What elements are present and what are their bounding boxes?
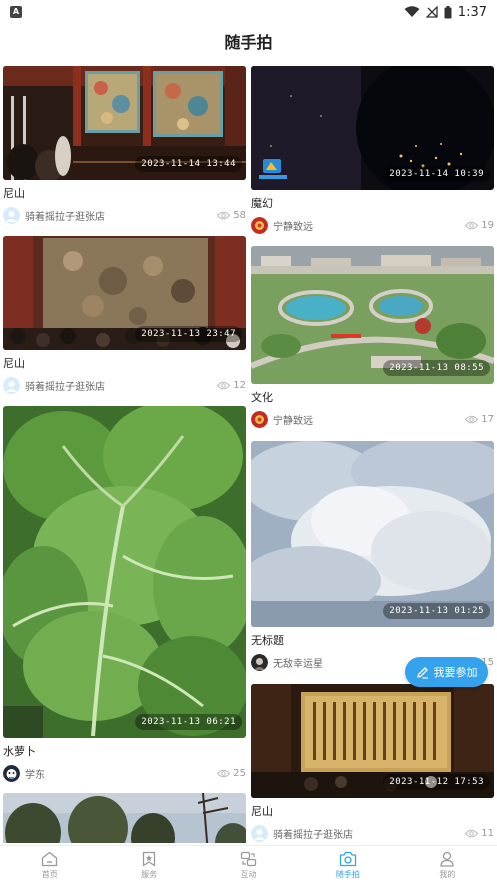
photo-thumbnail[interactable]: 2023-11-12 17:53 bbox=[251, 684, 494, 798]
view-count: 17 bbox=[465, 414, 494, 425]
interact-icon bbox=[240, 851, 257, 867]
view-count-value: 17 bbox=[481, 413, 494, 425]
card-meta: 骑着摇拉子逛张店 58 bbox=[3, 206, 246, 224]
photo-card[interactable]: 2023-11-13 01:25 无标题 无敌幸运星 15 bbox=[251, 441, 494, 671]
app-notification-icon: A bbox=[10, 6, 22, 18]
date-tag: 2023-11-13 01:25 bbox=[383, 603, 490, 619]
photo-thumbnail[interactable]: 2023-11-14 10:39 bbox=[251, 66, 494, 190]
card-title: 魔幻 bbox=[251, 197, 273, 210]
clock: 1:37 bbox=[457, 4, 487, 20]
card-title: 尼山 bbox=[251, 805, 273, 818]
wifi-icon bbox=[404, 6, 420, 17]
photo-card[interactable]: 2023-11-13 08:55 文化 宁静致远 17 bbox=[251, 246, 494, 428]
nav-label: 互动 bbox=[240, 870, 257, 879]
avatar[interactable] bbox=[3, 764, 20, 782]
home-icon bbox=[42, 851, 58, 867]
date-tag: 2023-11-13 08:55 bbox=[383, 360, 490, 376]
eye-icon bbox=[217, 769, 231, 777]
photo-card[interactable]: 2023-11-12 17:53 尼山 骑着摇拉子逛张店 11 bbox=[251, 684, 494, 842]
author-name[interactable]: 骑着摇拉子逛张店 bbox=[25, 208, 217, 223]
card-meta: 骑着摇拉子逛张店 12 bbox=[3, 376, 246, 394]
date-tag: 2023-11-13 06:21 bbox=[135, 714, 242, 730]
avatar[interactable] bbox=[3, 206, 20, 224]
nav-item-service[interactable]: 服务 bbox=[99, 846, 198, 885]
view-count: 12 bbox=[217, 380, 246, 391]
view-count-value: 58 bbox=[233, 209, 246, 221]
date-tag: 2023-11-12 17:53 bbox=[383, 774, 490, 790]
view-count-value: 12 bbox=[233, 379, 246, 391]
nav-label: 随手拍 bbox=[335, 870, 360, 879]
pencil-icon bbox=[416, 666, 428, 679]
photo-card[interactable]: 2023-11-14 10:39 魔幻 宁静致远 19 bbox=[251, 66, 494, 234]
card-title: 尼山 bbox=[3, 187, 25, 200]
author-name[interactable]: 骑着摇拉子逛张店 bbox=[273, 826, 465, 841]
card-meta: 学东 25 bbox=[3, 764, 246, 782]
author-name[interactable]: 宁静致远 bbox=[273, 412, 465, 427]
card-title: 文化 bbox=[251, 391, 273, 404]
nav-label: 首页 bbox=[41, 870, 58, 879]
eye-icon bbox=[217, 211, 231, 219]
photo-thumbnail[interactable]: 2023-11-13 08:55 bbox=[251, 246, 494, 384]
photo-card[interactable]: 2023-11-13 23:47 尼山 骑着摇拉子逛张店 12 bbox=[3, 236, 246, 394]
cabbage-photo bbox=[3, 406, 246, 738]
status-bar: A 1:37 bbox=[0, 0, 497, 24]
author-name[interactable]: 学东 bbox=[25, 766, 217, 781]
photo-thumbnail[interactable]: 2023-11-13 23:47 bbox=[3, 236, 246, 350]
view-count-value: 25 bbox=[233, 767, 246, 779]
eye-icon bbox=[465, 221, 479, 229]
author-name[interactable]: 宁静致远 bbox=[273, 218, 465, 233]
camera-icon bbox=[339, 851, 357, 867]
author-name[interactable]: 骑着摇拉子逛张店 bbox=[25, 378, 217, 393]
card-meta: 宁静致远 17 bbox=[251, 410, 494, 428]
app-header: 随手拍 bbox=[0, 24, 497, 58]
view-count-value: 19 bbox=[481, 219, 494, 231]
date-tag: 2023-11-14 10:39 bbox=[383, 166, 490, 182]
photo-thumbnail[interactable]: 2023-11-13 06:21 bbox=[3, 406, 246, 738]
photo-card[interactable] bbox=[3, 793, 246, 843]
avatar[interactable] bbox=[251, 216, 268, 234]
bottom-nav: 首页 服务 互动 随手拍 我的 bbox=[0, 845, 497, 885]
view-count: 19 bbox=[465, 220, 494, 231]
eye-icon bbox=[465, 829, 479, 837]
nav-item-mine[interactable]: 我的 bbox=[398, 846, 497, 885]
view-count-value: 11 bbox=[481, 827, 494, 839]
nav-item-snapshot[interactable]: 随手拍 bbox=[298, 846, 397, 885]
avatar[interactable] bbox=[251, 653, 268, 671]
user-icon bbox=[440, 851, 454, 867]
bookmark-icon bbox=[142, 851, 156, 867]
nav-item-home[interactable]: 首页 bbox=[0, 846, 99, 885]
eye-icon bbox=[465, 415, 479, 423]
clouds-photo bbox=[251, 441, 494, 627]
avatar[interactable] bbox=[3, 376, 20, 394]
card-title: 无标题 bbox=[251, 634, 284, 647]
photo-card[interactable]: 2023-11-14 13:44 尼山 骑着摇拉子逛张店 58 bbox=[3, 66, 246, 224]
join-button-label: 我要参加 bbox=[433, 666, 478, 679]
card-title: 尼山 bbox=[3, 357, 25, 370]
nav-label: 服务 bbox=[141, 870, 158, 879]
card-title: 水萝卜 bbox=[3, 745, 36, 758]
nav-label: 我的 bbox=[439, 870, 456, 879]
battery-icon bbox=[444, 5, 452, 18]
date-tag: 2023-11-14 13:44 bbox=[135, 156, 242, 172]
nav-item-interact[interactable]: 互动 bbox=[199, 846, 298, 885]
photo-thumbnail[interactable]: 2023-11-14 13:44 bbox=[3, 66, 246, 180]
photo-thumbnail[interactable]: 2023-11-13 01:25 bbox=[251, 441, 494, 627]
card-meta: 骑着摇拉子逛张店 11 bbox=[251, 824, 494, 842]
view-count: 11 bbox=[465, 828, 494, 839]
avatar[interactable] bbox=[251, 824, 268, 842]
photo-card[interactable]: 2023-11-13 06:21 水萝卜 学东 25 bbox=[3, 406, 246, 782]
no-signal-icon bbox=[425, 6, 438, 18]
trees-photo bbox=[3, 793, 246, 843]
date-tag: 2023-11-13 23:47 bbox=[135, 326, 242, 342]
view-count: 25 bbox=[217, 768, 246, 779]
avatar[interactable] bbox=[251, 410, 268, 428]
join-button[interactable]: 我要参加 bbox=[405, 657, 488, 687]
photo-feed[interactable]: 2023-11-14 13:44 尼山 骑着摇拉子逛张店 58 2023-11-… bbox=[0, 64, 497, 843]
page-title: 随手拍 bbox=[224, 33, 273, 52]
photo-thumbnail[interactable] bbox=[3, 793, 246, 843]
view-count: 58 bbox=[217, 210, 246, 221]
card-meta: 宁静致远 19 bbox=[251, 216, 494, 234]
eye-icon bbox=[217, 381, 231, 389]
